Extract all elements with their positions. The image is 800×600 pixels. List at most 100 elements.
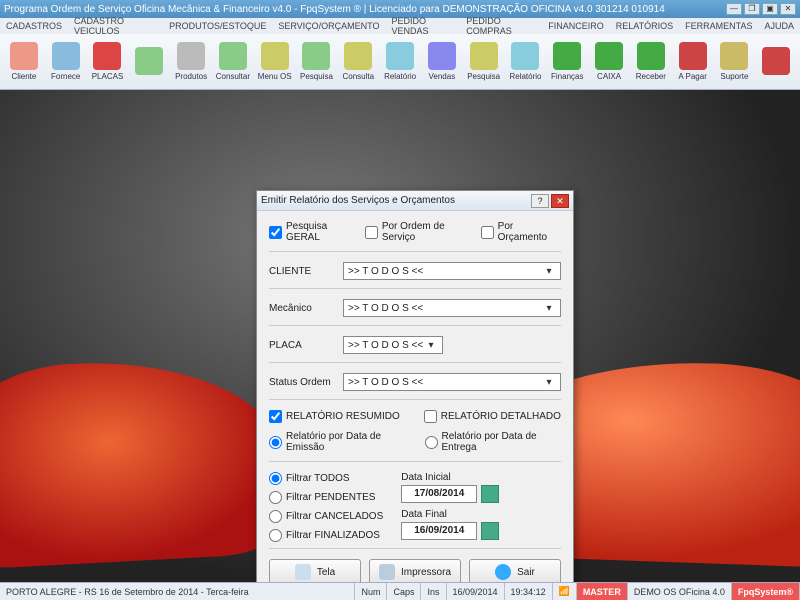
status-combo[interactable]: >> T O D O S <<▾ [343,373,561,391]
toolbar-button[interactable]: Relatório [506,42,546,81]
toolbar-icon [386,42,414,70]
calendar-icon[interactable] [481,522,499,540]
data-final-input[interactable]: 16/09/2014 [401,522,477,540]
toolbar-button[interactable]: Receber [631,42,671,81]
menu-item[interactable]: AJUDA [764,21,794,31]
toolbar-label: Relatório [384,72,416,81]
screen-icon [295,564,311,580]
toolbar-button[interactable]: Pesquisa [297,42,337,81]
arrow-right-icon [495,564,511,580]
menu-item[interactable]: FERRAMENTAS [685,21,752,31]
filtrar-todos-radio[interactable]: Filtrar TODOS [269,472,383,485]
toolbar-label: Relatório [509,72,541,81]
toolbar-button[interactable] [756,47,796,77]
printer-icon [379,564,395,580]
toolbar-button[interactable]: Finanças [547,42,587,81]
toolbar-icon [344,42,372,70]
toolbar-button[interactable]: Pesquisa [464,42,504,81]
toolbar-button[interactable]: Fornece [46,42,86,81]
status-time: 19:34:12 [505,583,553,600]
divider [269,362,561,363]
toolbar-label: A Pagar [678,72,706,81]
filtrar-pendentes-radio[interactable]: Filtrar PENDENTES [269,491,383,504]
dialog-close-button[interactable]: ✕ [551,194,569,208]
status-demo: DEMO OS OFicina 4.0 [628,583,732,600]
toolbar-icon [637,42,665,70]
por-os-checkbox[interactable]: Por Ordem de Serviço [365,221,475,243]
menu-item[interactable]: RELATÓRIOS [616,21,673,31]
desktop-background: Emitir Relatório dos Serviços e Orçament… [0,90,800,582]
mecanico-label: Mecânico [269,303,337,314]
menu-item[interactable]: FINANCEIRO [548,21,604,31]
toolbar-label: Produtos [175,72,207,81]
chevron-down-icon: ▾ [542,303,556,314]
filter-column: Filtrar TODOS Filtrar PENDENTES Filtrar … [269,472,383,542]
toolbar-label: Receber [636,72,666,81]
toolbar-icon [219,42,247,70]
data-final-label: Data Final [401,509,499,520]
sair-button[interactable]: Sair [469,559,561,582]
divider [269,288,561,289]
toolbar-icon [52,42,80,70]
data-inicial-input[interactable]: 17/08/2014 [401,485,477,503]
restore-button[interactable]: ▣ [762,3,778,15]
impressora-button[interactable]: Impressora [369,559,461,582]
toolbar-button[interactable]: Consulta [338,42,378,81]
toolbar-button[interactable]: Consultar [213,42,253,81]
toolbar-button[interactable]: Relatório [380,42,420,81]
toolbar-label: Consultar [216,72,250,81]
toolbar-label: Suporte [720,72,748,81]
toolbar-button[interactable]: Cliente [4,42,44,81]
toolbar-button[interactable]: Produtos [171,42,211,81]
relatorio-resumido-checkbox[interactable]: RELATÓRIO RESUMIDO [269,410,400,423]
por-entrega-radio[interactable]: Relatório por Data de Entrega [425,431,561,453]
toolbar-icon [553,42,581,70]
placa-combo[interactable]: >> T O D O S <<▾ [343,336,443,354]
calendar-icon[interactable] [481,485,499,503]
dialog-controls: ? ✕ [531,194,569,208]
menu-item[interactable]: PRODUTOS/ESTOQUE [169,21,266,31]
status-ins: Ins [421,583,446,600]
menu-item[interactable]: CADASTRO VEICULOS [74,16,157,36]
filtrar-cancelados-radio[interactable]: Filtrar CANCELADOS [269,510,383,523]
relatorio-detalhado-checkbox[interactable]: RELATÓRIO DETALHADO [424,410,561,423]
toolbar-button[interactable]: CAIXA [589,42,629,81]
dialog-title: Emitir Relatório dos Serviços e Orçament… [261,195,455,206]
por-emissao-radio[interactable]: Relatório por Data de Emissão [269,431,409,453]
divider [269,399,561,400]
minimize-button[interactable]: — [726,3,742,15]
status-caps: Caps [387,583,421,600]
close-window-button[interactable]: ✕ [780,3,796,15]
toolbar-button[interactable]: Suporte [715,42,755,81]
toolbar-label: Menu OS [258,72,292,81]
cliente-label: CLIENTE [269,266,337,277]
toolbar-icon [511,42,539,70]
chevron-down-icon: ▾ [424,340,438,351]
toolbar-button[interactable]: PLACAS [88,42,128,81]
toolbar-icon [177,42,205,70]
tela-button[interactable]: Tela [269,559,361,582]
mecanico-combo[interactable]: >> T O D O S <<▾ [343,299,561,317]
divider [269,325,561,326]
pesquisa-geral-checkbox[interactable]: Pesquisa GERAL [269,221,359,243]
toolbar-button[interactable]: Menu OS [255,42,295,81]
maximize-button[interactable]: ❐ [744,3,760,15]
status-num: Num [355,583,387,600]
menu-item[interactable]: CADASTROS [6,21,62,31]
toolbar-icon [93,42,121,70]
menu-item[interactable]: PEDIDO VENDAS [392,16,455,36]
toolbar-button[interactable]: A Pagar [673,42,713,81]
por-orcamento-checkbox[interactable]: Por Orçamento [481,221,561,243]
dialog-help-button[interactable]: ? [531,194,549,208]
toolbar-button[interactable]: Vendas [422,42,462,81]
statusbar: PORTO ALEGRE - RS 16 de Setembro de 2014… [0,582,800,600]
dialog-titlebar[interactable]: Emitir Relatório dos Serviços e Orçament… [257,191,573,211]
menu-item[interactable]: SERVIÇO/ORÇAMENTO [278,21,379,31]
dialog-button-row: Tela Impressora Sair [269,559,561,582]
window-controls: — ❐ ▣ ✕ [726,3,796,15]
filtrar-finalizados-radio[interactable]: Filtrar FINALIZADOS [269,529,383,542]
menu-item[interactable]: PEDIDO COMPRAS [466,16,536,36]
toolbar-icon [595,42,623,70]
cliente-combo[interactable]: >> T O D O S <<▾ [343,262,561,280]
toolbar-button[interactable] [129,47,169,77]
